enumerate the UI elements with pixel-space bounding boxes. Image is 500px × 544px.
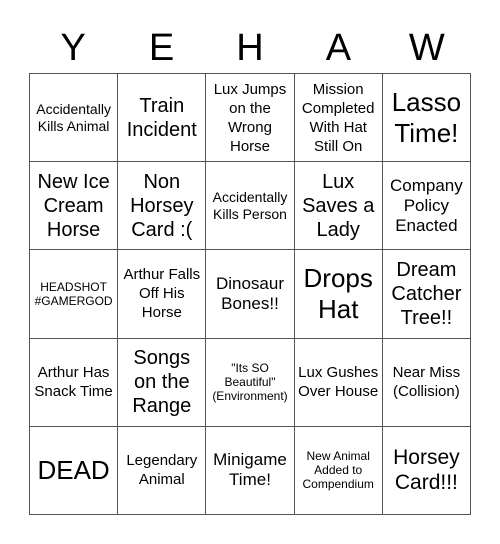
bingo-cell[interactable]: Lux Jumps on the Wrong Horse: [206, 74, 295, 163]
cell-text: Accidentally Kills Person: [212, 188, 288, 222]
bingo-board: Accidentally Kills Animal Train Incident…: [29, 73, 471, 515]
bingo-cell[interactable]: Accidentally Kills Animal: [30, 74, 119, 163]
header-letter-a: A: [325, 27, 352, 69]
cell-text: Non Horsey Card :(: [130, 170, 194, 241]
cell-text: Horsey Card!!!: [393, 446, 460, 495]
bingo-cell[interactable]: New Animal Added to Compendium: [294, 426, 383, 515]
cell-text: New Animal Added to Compendium: [302, 449, 374, 492]
cell-text: New Ice Cream Horse: [37, 170, 110, 241]
cell-text: Lasso Time!: [391, 86, 462, 148]
cell-text: Legendary Animal: [126, 452, 198, 489]
cell-text: Dinosaur Bones!!: [215, 273, 285, 313]
bingo-cell[interactable]: Non Horsey Card :(: [118, 162, 207, 251]
cell-text: Dream Catcher Tree!!: [391, 258, 462, 329]
cell-text: Mission Completed With Hat Still On: [301, 80, 375, 155]
bingo-cell[interactable]: Drops Hat: [294, 250, 383, 339]
cell-text: Lux Saves a Lady: [302, 170, 375, 241]
bingo-cell[interactable]: Near Miss (Collision): [382, 338, 471, 427]
header-letter-w: W: [408, 27, 445, 69]
bingo-cell[interactable]: Company Policy Enacted: [382, 162, 471, 251]
cell-text: Lux Jumps on the Wrong Horse: [213, 80, 287, 155]
header-letter-h: H: [236, 27, 264, 69]
header-letter-y: Y: [60, 27, 86, 69]
bingo-cell[interactable]: Accidentally Kills Person: [206, 162, 295, 251]
header-letter-e: E: [148, 27, 175, 69]
bingo-cell[interactable]: Lux Gushes Over House: [294, 338, 383, 427]
cell-text: "Its SO Beautiful" (Environment): [212, 361, 288, 404]
cell-text: Songs on the Range: [132, 347, 192, 418]
cell-text: HEADSHOT #GAMERGOD: [34, 279, 113, 308]
cell-text: Arthur Has Snack Time: [34, 364, 113, 401]
cell-text: DEAD: [37, 454, 110, 485]
bingo-cell[interactable]: Songs on the Range: [118, 338, 207, 427]
bingo-cell[interactable]: "Its SO Beautiful" (Environment): [206, 338, 295, 427]
bingo-cell[interactable]: New Ice Cream Horse: [30, 162, 119, 251]
bingo-cell[interactable]: Dream Catcher Tree!!: [382, 250, 471, 339]
cell-text: Company Policy Enacted: [390, 175, 463, 235]
bingo-cell[interactable]: Dinosaur Bones!!: [206, 250, 295, 339]
bingo-cell[interactable]: Lasso Time!: [382, 74, 471, 163]
bingo-header: Y E H A W: [29, 26, 471, 70]
bingo-cell[interactable]: Legendary Animal: [118, 426, 207, 515]
cell-text: Accidentally Kills Animal: [36, 100, 111, 134]
bingo-cell[interactable]: Arthur Falls Off His Horse: [118, 250, 207, 339]
bingo-cell[interactable]: Lux Saves a Lady: [294, 162, 383, 251]
bingo-cell[interactable]: Minigame Time!: [206, 426, 295, 515]
bingo-cell[interactable]: Train Incident: [118, 74, 207, 163]
bingo-cell[interactable]: HEADSHOT #GAMERGOD: [30, 250, 119, 339]
bingo-cell[interactable]: Mission Completed With Hat Still On: [294, 74, 383, 163]
bingo-cell[interactable]: DEAD: [30, 426, 119, 515]
cell-text: Lux Gushes Over House: [298, 364, 379, 401]
bingo-cell[interactable]: Horsey Card!!!: [382, 426, 471, 515]
cell-text: Near Miss (Collision): [392, 364, 461, 401]
cell-text: Train Incident: [126, 94, 197, 141]
cell-text: Minigame Time!: [213, 450, 287, 490]
bingo-cell[interactable]: Arthur Has Snack Time: [30, 338, 119, 427]
cell-text: Drops Hat: [303, 262, 373, 324]
cell-text: Arthur Falls Off His Horse: [123, 266, 201, 322]
